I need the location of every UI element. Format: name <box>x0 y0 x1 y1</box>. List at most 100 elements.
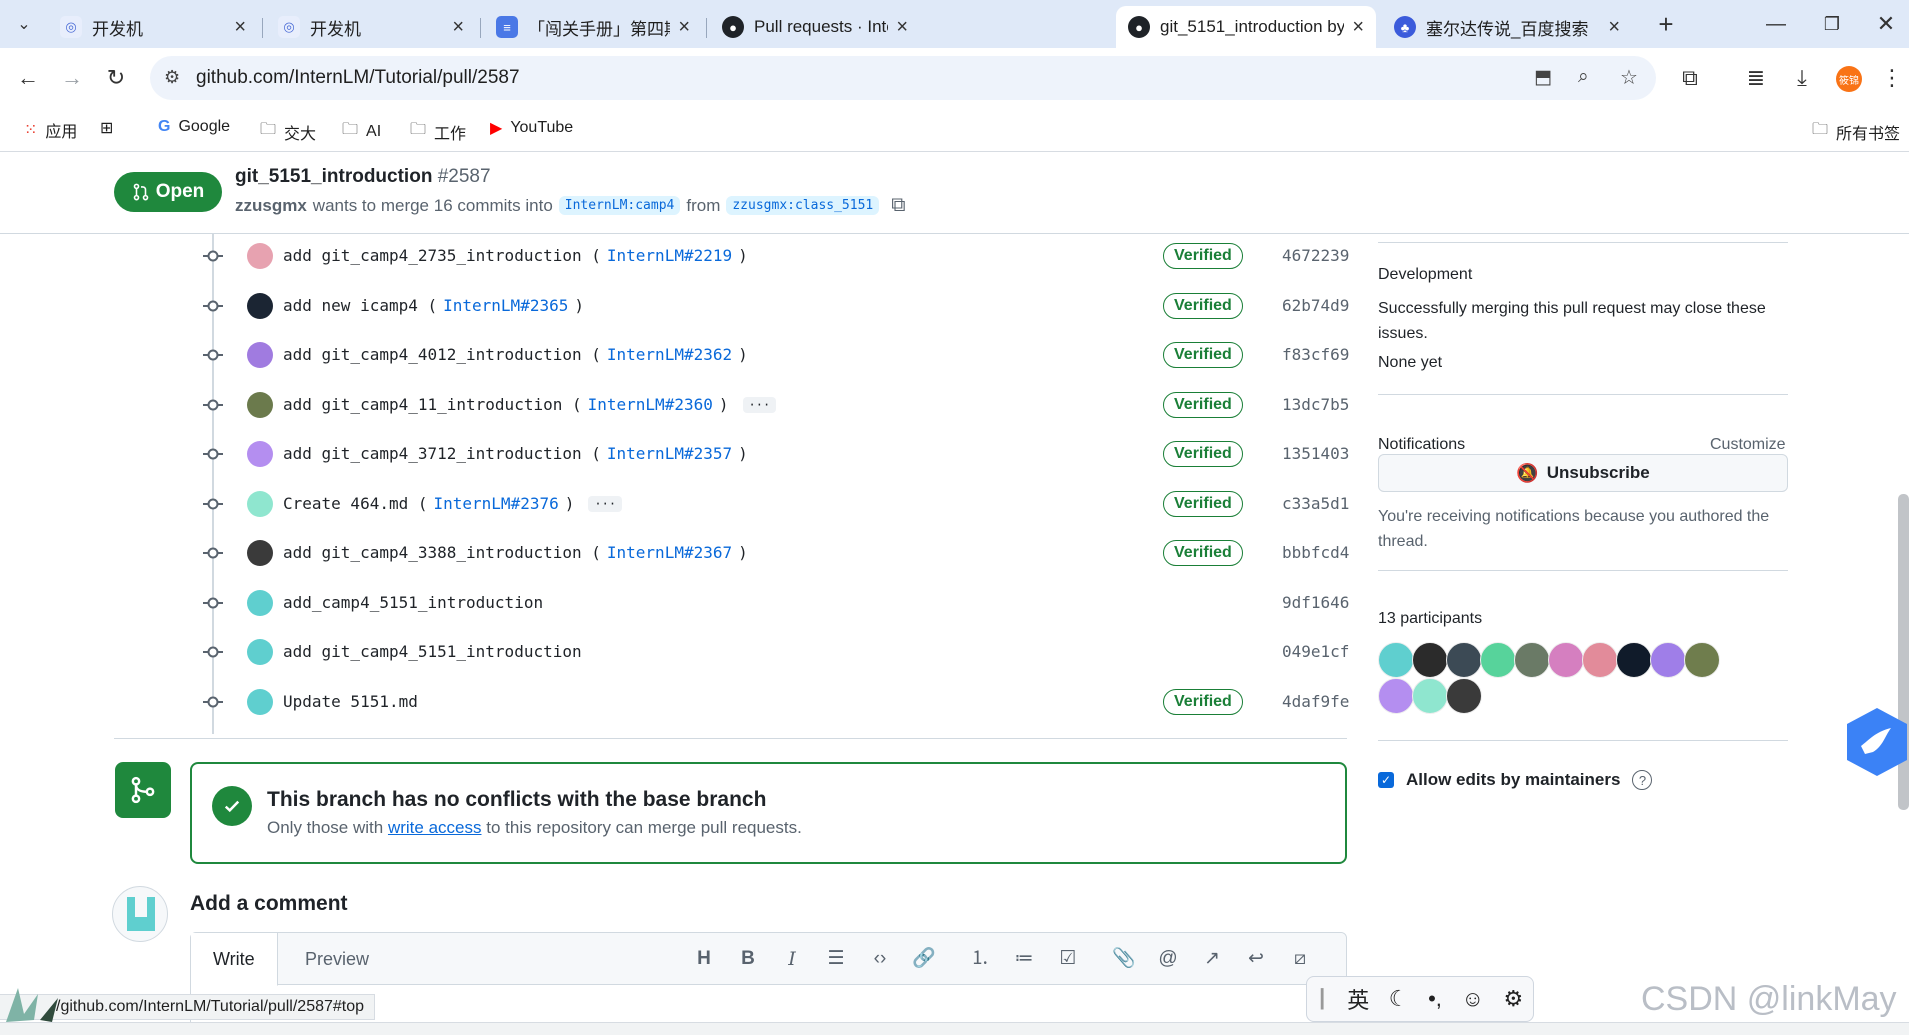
tab-pull-requests[interactable]: ● Pull requests · InternLM/ × <box>710 6 920 48</box>
settings-gear-icon[interactable]: ⚙ <box>1503 986 1523 1012</box>
participant-avatar[interactable] <box>1412 642 1448 678</box>
bookmark-youtube[interactable]: ▶ YouTube <box>490 118 573 138</box>
issue-reference-link[interactable]: InternLM#2362 <box>607 345 732 364</box>
tab-baidu[interactable]: ♣ 塞尔达传说_百度搜索 × <box>1382 6 1632 48</box>
tab-groups-icon[interactable]: ⊞ <box>100 118 113 138</box>
commit-message[interactable]: add git_camp4_11_introduction ( InternLM#… <box>283 395 777 414</box>
base-branch[interactable]: InternLM:camp4 <box>558 196 681 215</box>
italic-icon[interactable]: I <box>779 947 805 971</box>
participant-avatar[interactable] <box>1446 642 1482 678</box>
heading-icon[interactable]: H <box>691 947 717 971</box>
commit-message[interactable]: add git_camp4_3388_introduction ( InternL… <box>283 543 748 562</box>
commit-message-text[interactable]: Update 5151.md <box>283 692 418 711</box>
tab-search-button[interactable]: ⌄ <box>8 8 40 40</box>
commit-sha-link[interactable]: 9df1646 <box>1282 593 1349 612</box>
close-icon[interactable]: × <box>896 16 908 39</box>
install-app-icon[interactable]: ⬒ <box>1534 66 1552 89</box>
bookmark-work[interactable]: 🗀 工作 <box>410 118 466 145</box>
commit-author-avatar[interactable] <box>247 540 273 566</box>
commit-author-avatar[interactable] <box>247 491 273 517</box>
commit-message[interactable]: Update 5151.md <box>283 692 418 711</box>
commit-message[interactable]: add git_camp4_4012_introduction ( InternL… <box>283 345 748 364</box>
tab-write[interactable]: Write <box>191 933 278 986</box>
help-icon[interactable]: ? <box>1632 770 1653 790</box>
issue-reference-link[interactable]: InternLM#2219 <box>607 246 732 265</box>
close-icon[interactable]: × <box>1352 16 1364 39</box>
commit-sha-link[interactable]: f83cf69 <box>1282 345 1349 364</box>
commit-message-text[interactable]: add_camp4_5151_introduction <box>283 593 543 612</box>
attach-icon[interactable]: 📎 <box>1111 947 1137 971</box>
bullet-list-icon[interactable]: ≔ <box>1011 947 1037 971</box>
commit-sha-link[interactable]: 4daf9fe <box>1282 692 1349 711</box>
expand-message-button[interactable]: ··· <box>742 396 777 413</box>
commit-author-avatar[interactable] <box>247 342 273 368</box>
commit-message-text[interactable]: add git_camp4_3712_introduction ( <box>283 444 601 463</box>
cross-reference-icon[interactable]: ↗ <box>1199 947 1225 971</box>
bookmark-google[interactable]: G Google <box>158 118 230 136</box>
issue-reference-link[interactable]: InternLM#2367 <box>607 543 732 562</box>
close-icon[interactable]: × <box>452 16 464 39</box>
saved-reply-icon[interactable]: ↩ <box>1243 947 1269 971</box>
zoom-icon[interactable]: ⌕ <box>1578 66 1589 88</box>
verified-badge[interactable]: Verified <box>1163 491 1243 517</box>
bookmark-star-icon[interactable]: ☆ <box>1620 65 1638 90</box>
participant-avatar[interactable] <box>1446 678 1482 714</box>
commit-message[interactable]: add_camp4_5151_introduction <box>283 593 543 612</box>
moon-icon[interactable]: ☾ <box>1389 986 1409 1012</box>
verified-badge[interactable]: Verified <box>1163 689 1243 715</box>
close-icon[interactable]: × <box>1608 16 1620 39</box>
unsubscribe-button[interactable]: 🔕 Unsubscribe <box>1378 454 1788 492</box>
new-tab-button[interactable]: + <box>1650 8 1682 40</box>
task-list-icon[interactable]: ☑ <box>1055 947 1081 971</box>
verified-badge[interactable]: Verified <box>1163 342 1243 368</box>
address-bar[interactable]: ⚙ github.com/InternLM/Tutorial/pull/2587… <box>150 56 1656 100</box>
commit-message[interactable]: add new icamp4 (InternLM#2365) <box>283 296 584 315</box>
bookmark-apps[interactable]: ⁙ 应用 <box>24 118 77 142</box>
commit-sha-link[interactable]: bbbfcd4 <box>1282 543 1349 562</box>
commit-sha-link[interactable]: 4672239 <box>1282 246 1349 265</box>
link-icon[interactable]: 🔗 <box>911 947 937 971</box>
commit-message-text[interactable]: add git_camp4_4012_introduction ( <box>283 345 601 364</box>
pr-author-link[interactable]: zzusgmx <box>235 196 307 216</box>
commit-sha-link[interactable]: 62b74d9 <box>1282 296 1349 315</box>
ime-drag-handle[interactable]: ┃ <box>1317 989 1328 1010</box>
head-branch[interactable]: zzusgmx:class_5151 <box>726 196 880 215</box>
commit-message-text[interactable]: add git_camp4_11_introduction ( <box>283 395 582 414</box>
close-icon[interactable]: × <box>678 16 690 39</box>
bookmark-ai[interactable]: 🗀 AI <box>342 118 381 145</box>
commit-sha-link[interactable]: c33a5d1 <box>1282 494 1349 513</box>
issue-reference-link[interactable]: InternLM#2360 <box>588 395 713 414</box>
verified-badge[interactable]: Verified <box>1163 243 1243 269</box>
commit-message[interactable]: add git_camp4_2735_introduction (InternL… <box>283 246 748 265</box>
issue-reference-link[interactable]: InternLM#2357 <box>607 444 732 463</box>
quote-icon[interactable]: ☰ <box>823 947 849 971</box>
verified-badge[interactable]: Verified <box>1163 540 1243 566</box>
commit-message[interactable]: add git_camp4_5151_introduction <box>283 642 582 661</box>
extensions-icon[interactable]: ⧉ <box>1674 62 1706 94</box>
commit-message[interactable]: Create 464.md (InternLM#2376) ··· <box>283 494 623 513</box>
address-url[interactable]: github.com/InternLM/Tutorial/pull/2587 <box>196 67 520 89</box>
verified-badge[interactable]: Verified <box>1163 441 1243 467</box>
commit-sha-link[interactable]: 13dc7b5 <box>1282 395 1349 414</box>
participant-avatar[interactable] <box>1684 642 1720 678</box>
restore-button[interactable]: ❐ <box>1816 8 1848 40</box>
close-window-button[interactable]: ✕ <box>1870 8 1902 40</box>
verified-badge[interactable]: Verified <box>1163 293 1243 319</box>
commit-message-text[interactable]: add git_camp4_3388_introduction ( <box>283 543 601 562</box>
floating-bird-widget[interactable] <box>1845 706 1909 778</box>
forward-button[interactable]: → <box>56 62 88 94</box>
participant-avatar[interactable] <box>1378 678 1414 714</box>
participant-avatar[interactable] <box>1650 642 1686 678</box>
expand-message-button[interactable]: ··· <box>588 495 623 512</box>
media-control-icon[interactable]: ≣ <box>1740 62 1772 94</box>
commit-message-text[interactable]: add git_camp4_5151_introduction <box>283 642 582 661</box>
site-info-icon[interactable]: ⚙ <box>164 67 180 88</box>
commit-message-text[interactable]: add new icamp4 ( <box>283 296 437 315</box>
write-access-link[interactable]: write access <box>388 818 482 837</box>
commit-sha-link[interactable]: 1351403 <box>1282 444 1349 463</box>
commit-author-avatar[interactable] <box>247 392 273 418</box>
commit-author-avatar[interactable] <box>247 590 273 616</box>
development-title[interactable]: Development <box>1378 266 1472 284</box>
tab-devmachine-1[interactable]: ◎ 开发机 × <box>48 6 258 48</box>
commit-author-avatar[interactable] <box>247 243 273 269</box>
